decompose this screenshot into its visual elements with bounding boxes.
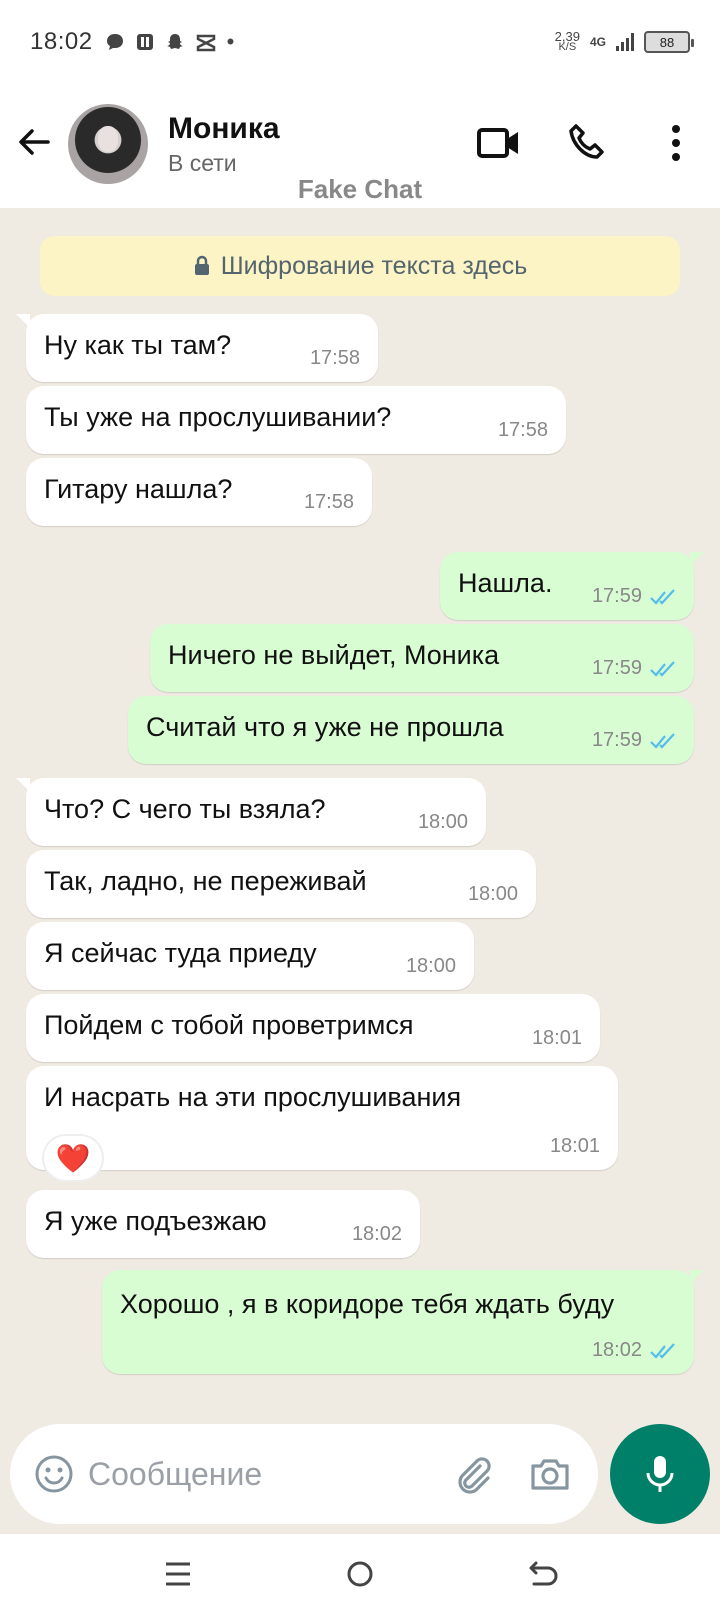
message-text: Я сейчас туда приеду xyxy=(44,938,317,968)
message-time: 17:58 xyxy=(303,491,354,513)
avatar-face xyxy=(98,126,118,152)
attach-icon[interactable] xyxy=(450,1452,494,1496)
message-time: 17:59 xyxy=(591,729,642,751)
net-speed-unit: K/S xyxy=(558,41,577,53)
message-text: Нашла. xyxy=(458,568,553,598)
battery-icon: 88 xyxy=(644,31,694,53)
message-time: 18:00 xyxy=(417,811,468,833)
message-text: Так, ладно, не переживай xyxy=(44,866,367,896)
reaction-badge[interactable]: ❤️ xyxy=(42,1134,104,1182)
message-time: 17:59 xyxy=(591,585,642,607)
message-time: 18:02 xyxy=(351,1223,402,1245)
message-composer xyxy=(10,1424,598,1524)
system-nav-bar xyxy=(0,1534,720,1612)
message-time: 18:00 xyxy=(467,883,518,905)
message-time: 18:00 xyxy=(405,955,456,977)
message-bubble-incoming[interactable]: Я сейчас туда приеду 18:00 xyxy=(26,922,474,990)
voice-record-button[interactable] xyxy=(610,1424,710,1524)
message-text: Ты уже на прослушивании? xyxy=(44,402,392,432)
read-receipt-icon xyxy=(650,661,675,677)
status-right: 2,39 K/S 4G 88 xyxy=(555,30,694,53)
message-bubble-incoming[interactable]: Ты уже на прослушивании? 17:58 xyxy=(26,386,566,454)
microphone-icon xyxy=(646,1456,674,1492)
message-text: Пойдем с тобой проветримся xyxy=(44,1010,414,1040)
snapchat-icon xyxy=(166,34,183,49)
message-time: 17:58 xyxy=(497,419,548,441)
contact-status: В сети xyxy=(168,150,237,176)
message-bubble-outgoing[interactable]: Хорошо , я в коридоре тебя ждать буду 18… xyxy=(102,1270,704,1374)
message-time: 18:01 xyxy=(549,1135,600,1157)
camera-icon[interactable] xyxy=(528,1452,572,1496)
emoji-icon[interactable] xyxy=(34,1454,74,1494)
message-time: 18:01 xyxy=(531,1027,582,1049)
watermark-label: Fake Chat xyxy=(297,174,423,204)
message-time: 17:58 xyxy=(309,347,360,369)
message-bubble-incoming[interactable]: Я уже подъезжаю 18:02 xyxy=(26,1190,420,1258)
avatar[interactable] xyxy=(68,104,148,184)
home-icon[interactable] xyxy=(340,1554,380,1594)
contact-name[interactable]: Моника xyxy=(168,112,280,146)
read-receipt-icon xyxy=(650,1343,675,1359)
message-text: Ничего не выйдет, Моника xyxy=(168,640,500,670)
message-bubble-incoming[interactable]: Гитару нашла? 17:58 xyxy=(26,458,372,526)
message-text: Гитару нашла? xyxy=(44,474,233,504)
status-bar: 18:02 • 2,39 K/S 4G 88 xyxy=(0,0,720,84)
video-call-icon[interactable] xyxy=(476,122,522,164)
chat-area[interactable]: Шифрование текста здесь Ну как ты там? 1… xyxy=(0,208,720,1420)
message-bubble-incoming[interactable]: Что? С чего ты взяла? 18:00 xyxy=(16,778,486,846)
lock-icon xyxy=(194,255,209,275)
read-receipt-icon xyxy=(650,733,675,749)
message-time: 18:02 xyxy=(591,1339,642,1361)
message-bubble-outgoing[interactable]: Ничего не выйдет, Моника 17:59 xyxy=(150,624,694,692)
message-bubble-incoming[interactable]: И насрать на эти прослушивания 18:01 xyxy=(26,1066,618,1170)
message-icon xyxy=(106,34,123,50)
message-text: Ну как ты там? xyxy=(44,330,232,360)
back-nav-icon[interactable] xyxy=(522,1554,562,1594)
message-text: Хорошо , я в коридоре тебя ждать буду xyxy=(120,1289,615,1319)
chat-header: Моника В сети Fake Chat xyxy=(0,84,720,208)
message-bubble-outgoing[interactable]: Считай что я уже не прошла 17:59 xyxy=(128,696,694,764)
encryption-banner[interactable]: Шифрование текста здесь xyxy=(40,236,680,296)
signal-icon xyxy=(616,33,634,51)
mirror-icon xyxy=(136,34,153,50)
notification-icons: • xyxy=(105,29,235,55)
message-time: 17:59 xyxy=(591,657,642,679)
read-receipt-icon xyxy=(650,589,675,605)
message-text: Что? С чего ты взяла? xyxy=(44,794,326,824)
message-bubble-incoming[interactable]: Пойдем с тобой проветримся 18:01 xyxy=(26,994,600,1062)
capcut-icon xyxy=(196,34,215,52)
message-bubble-incoming[interactable]: Так, ладно, не переживай 18:00 xyxy=(26,850,536,918)
more-options-icon[interactable] xyxy=(664,122,688,164)
heart-icon: ❤️ xyxy=(55,1142,91,1174)
recent-apps-icon[interactable] xyxy=(158,1554,198,1594)
back-arrow-icon[interactable] xyxy=(14,122,54,162)
message-bubble-outgoing[interactable]: Нашла. 17:59 xyxy=(440,552,704,620)
message-text: Считай что я уже не прошла xyxy=(146,712,504,742)
more-dot-icon: • xyxy=(226,29,235,54)
message-bubble-incoming[interactable]: Ну как ты там? 17:58 xyxy=(16,314,378,382)
net-speed: 2,39 K/S xyxy=(555,30,580,53)
network-type: 4G xyxy=(589,35,606,49)
message-input[interactable] xyxy=(88,1454,428,1494)
battery-level: 88 xyxy=(659,34,675,50)
message-text: Я уже подъезжаю xyxy=(44,1206,267,1236)
message-text: И насрать на эти прослушивания xyxy=(44,1082,462,1112)
status-time: 18:02 xyxy=(30,28,93,55)
phone-call-icon[interactable] xyxy=(566,122,608,164)
encryption-text: Шифрование текста здесь xyxy=(220,251,528,280)
